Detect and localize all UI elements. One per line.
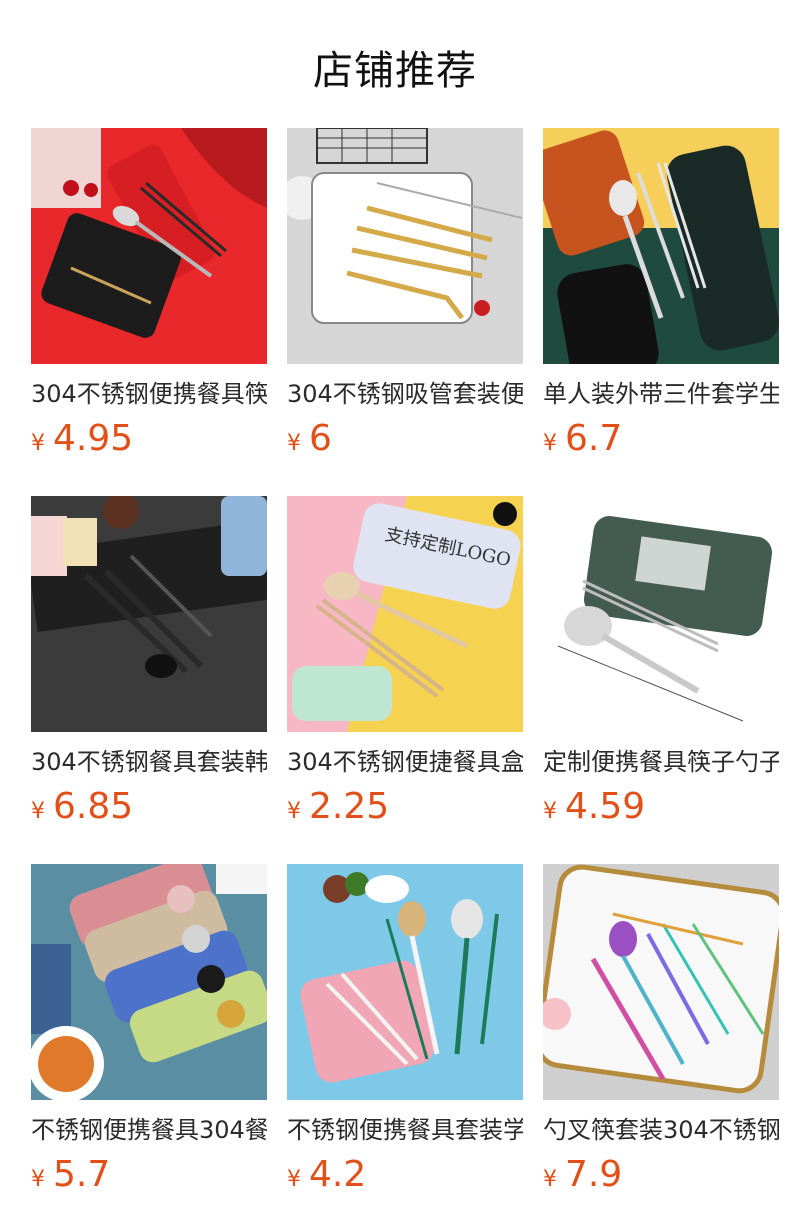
product-card[interactable]: 支持定制LOGO 304不锈钢便捷餐具盒装定制 ¥2.25 [287,496,523,864]
product-name[interactable]: 304不锈钢便捷餐具盒装定制 [287,746,523,778]
price-value: 4.2 [309,1154,367,1195]
product-name[interactable]: 304不锈钢便携餐具筷子勺子套装 [31,378,267,410]
product-image[interactable]: 支持定制LOGO [287,496,523,732]
product-card[interactable]: 勺叉筷套装304不锈钢彩色 ¥7.9 [543,864,779,1232]
product-price: ¥2.25 [287,786,523,828]
product-image[interactable] [287,864,523,1100]
product-name[interactable]: 勺叉筷套装304不锈钢彩色 [543,1114,779,1146]
price-value: 2.25 [309,786,390,827]
price-value: 5.7 [53,1154,111,1195]
currency-symbol: ¥ [543,1167,557,1192]
product-name[interactable]: 不锈钢便携餐具304餐具盒 [31,1114,267,1146]
price-value: 4.59 [565,786,646,827]
product-card[interactable]: 304不锈钢吸管套装便携金色 ¥6 [287,128,523,496]
product-card[interactable]: 不锈钢便携餐具套装学生 ¥4.2 [287,864,523,1232]
price-value: 6 [309,418,332,459]
product-card[interactable]: 304不锈钢便携餐具筷子勺子套装 ¥4.95 [31,128,267,496]
product-price: ¥4.2 [287,1154,523,1196]
product-image[interactable] [31,864,267,1100]
product-image[interactable] [31,496,267,732]
product-price: ¥5.7 [31,1154,267,1196]
product-price: ¥6 [287,418,523,460]
price-value: 7.9 [565,1154,623,1195]
price-value: 6.7 [565,418,623,459]
page-title: 店铺推荐 [313,48,477,94]
product-name[interactable]: 定制便携餐具筷子勺子套装 [543,746,779,778]
product-image[interactable] [543,864,779,1100]
product-name[interactable]: 不锈钢便携餐具套装学生 [287,1114,523,1146]
product-grid: 304不锈钢便携餐具筷子勺子套装 ¥4.95 304不锈钢吸管套装便携金色 [31,128,779,1232]
currency-symbol: ¥ [31,799,45,824]
product-name[interactable]: 304不锈钢吸管套装便携金色 [287,378,523,410]
product-price: ¥6.85 [31,786,267,828]
product-image[interactable] [287,128,523,364]
currency-symbol: ¥ [287,1167,301,1192]
product-image[interactable] [543,496,779,732]
product-image[interactable] [31,128,267,364]
product-name[interactable]: 304不锈钢餐具套装韩式黑色 [31,746,267,778]
currency-symbol: ¥ [31,431,45,456]
product-card[interactable]: 定制便携餐具筷子勺子套装 ¥4.59 [543,496,779,864]
currency-symbol: ¥ [287,799,301,824]
currency-symbol: ¥ [31,1167,45,1192]
product-name[interactable]: 单人装外带三件套学生餐具 [543,378,779,410]
product-card[interactable]: 304不锈钢餐具套装韩式黑色 ¥6.85 [31,496,267,864]
product-card[interactable]: 不锈钢便携餐具304餐具盒 ¥5.7 [31,864,267,1232]
currency-symbol: ¥ [543,799,557,824]
currency-symbol: ¥ [287,431,301,456]
product-price: ¥4.59 [543,786,779,828]
product-image[interactable] [543,128,779,364]
product-price: ¥7.9 [543,1154,779,1196]
product-card[interactable]: 单人装外带三件套学生餐具 ¥6.7 [543,128,779,496]
product-price: ¥4.95 [31,418,267,460]
price-value: 6.85 [53,786,134,827]
currency-symbol: ¥ [543,431,557,456]
price-value: 4.95 [53,418,134,459]
product-price: ¥6.7 [543,418,779,460]
